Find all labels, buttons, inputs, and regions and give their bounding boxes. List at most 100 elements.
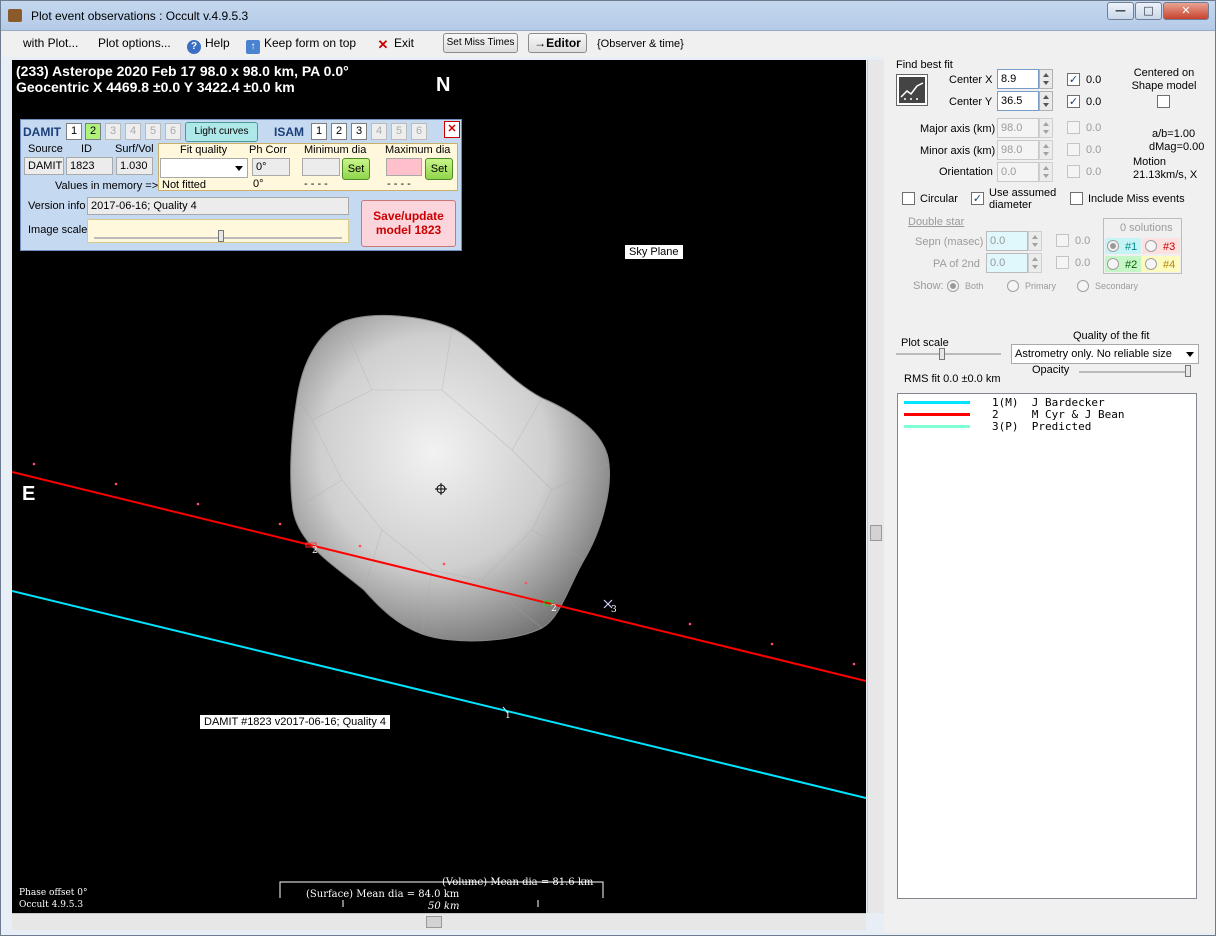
- title-bar[interactable]: Plot event observations : Occult v.4.9.5…: [1, 1, 1215, 31]
- ph-corr-field[interactable]: 0°: [252, 158, 290, 176]
- show-both-radio[interactable]: [947, 280, 959, 292]
- find-best-fit-button[interactable]: [896, 74, 928, 106]
- source-field: DAMIT: [24, 157, 64, 175]
- legend-item: 2 M Cyr & J Bean: [898, 408, 1196, 421]
- isam-model-1[interactable]: 1: [311, 123, 327, 140]
- chord-label-2b: 2: [551, 604, 557, 614]
- source-header: Source: [28, 143, 63, 155]
- image-scale-slider[interactable]: [87, 219, 349, 243]
- close-window-button[interactable]: ✕: [1163, 2, 1209, 20]
- opacity-thumb[interactable]: [1185, 365, 1191, 377]
- damit-model-6[interactable]: 6: [165, 123, 181, 140]
- isam-model-3[interactable]: 3: [351, 123, 367, 140]
- slider-thumb[interactable]: [218, 230, 224, 242]
- dropdown-arrow-icon: [1186, 352, 1194, 357]
- ph-corr-memory: 0°: [253, 178, 264, 190]
- not-fitted-label: Not fitted: [162, 179, 207, 191]
- opacity-slider[interactable]: [1079, 365, 1194, 381]
- menu-plot-options[interactable]: Plot options...: [98, 36, 171, 50]
- major-axis-spinner[interactable]: [1039, 118, 1053, 138]
- set-miss-times-button[interactable]: Set Miss Times: [443, 33, 518, 53]
- fit-quality-select[interactable]: [160, 158, 248, 178]
- minimize-button[interactable]: —: [1107, 2, 1134, 20]
- center-x-spinner[interactable]: [1039, 69, 1053, 89]
- sepn-spinner[interactable]: [1028, 231, 1042, 251]
- minor-axis-input[interactable]: 98.0: [997, 140, 1039, 160]
- damit-model-4[interactable]: 4: [125, 123, 141, 140]
- sepn-checkbox[interactable]: [1056, 234, 1069, 247]
- solution-4-radio[interactable]: [1145, 258, 1157, 270]
- max-dia-set-button[interactable]: Set: [425, 158, 453, 180]
- save-update-model-button[interactable]: Save/update model 1823: [361, 200, 456, 247]
- major-axis-uncertainty: 0.0: [1086, 122, 1102, 134]
- menu-keep-on-top[interactable]: ↑ Keep form on top: [246, 36, 356, 54]
- damit-model-2[interactable]: 2: [85, 123, 101, 140]
- center-x-checkbox[interactable]: ✓: [1067, 73, 1080, 86]
- min-dia-field[interactable]: [302, 158, 340, 176]
- plot-horizontal-scrollbar[interactable]: [12, 913, 866, 930]
- show-secondary-radio[interactable]: [1077, 280, 1089, 292]
- solution-2-radio[interactable]: [1107, 258, 1119, 270]
- pa2-spinner[interactable]: [1028, 253, 1042, 273]
- show-primary-radio[interactable]: [1007, 280, 1019, 292]
- application-window: Plot event observations : Occult v.4.9.5…: [0, 0, 1216, 936]
- maximize-button[interactable]: □: [1135, 2, 1162, 20]
- damit-panel-close-icon[interactable]: ✕: [444, 121, 460, 138]
- legend-text-3: 3(P) Predicted: [992, 420, 1092, 433]
- image-scale-label: Image scale: [28, 224, 88, 236]
- find-best-fit-label: Find best fit: [896, 59, 953, 71]
- damit-label: DAMIT: [23, 125, 61, 139]
- menu-help[interactable]: ? Help: [187, 36, 230, 54]
- orientation-spinner[interactable]: [1039, 162, 1053, 182]
- damit-model-1[interactable]: 1: [66, 123, 82, 140]
- center-y-input[interactable]: 36.5: [997, 91, 1039, 111]
- rms-fit-label: RMS fit 0.0 ±0.0 km: [904, 373, 1001, 385]
- light-curves-button[interactable]: Light curves: [185, 122, 258, 142]
- max-dia-field[interactable]: [386, 158, 422, 176]
- center-y-checkbox[interactable]: ✓: [1067, 95, 1080, 108]
- vscroll-thumb[interactable]: [870, 525, 882, 541]
- editor-button[interactable]: →Editor: [528, 33, 587, 53]
- orientation-input[interactable]: 0.0: [997, 162, 1039, 182]
- solution-1-radio[interactable]: [1107, 240, 1119, 252]
- sepn-input[interactable]: 0.0: [986, 231, 1028, 251]
- damit-shape-panel: DAMIT 1 2 3 4 5 6 Light curves ISAM 1 2 …: [20, 119, 462, 251]
- show-secondary-label: Secondary: [1095, 281, 1139, 291]
- major-axis-checkbox[interactable]: [1067, 121, 1080, 134]
- surfvol-header: Surf/Vol: [115, 143, 154, 155]
- chord-label-1: 1: [505, 711, 511, 721]
- circular-checkbox[interactable]: [902, 192, 915, 205]
- isam-model-4[interactable]: 4: [371, 123, 387, 140]
- damit-model-5[interactable]: 5: [145, 123, 161, 140]
- center-y-spinner[interactable]: [1039, 91, 1053, 111]
- use-assumed-diameter-checkbox[interactable]: ✓: [971, 192, 984, 205]
- legend-line-3: [904, 425, 970, 428]
- center-x-input[interactable]: 8.9: [997, 69, 1039, 89]
- plot-scale-thumb[interactable]: [939, 348, 945, 360]
- min-dia-set-button[interactable]: Set: [342, 158, 370, 180]
- pa2-checkbox[interactable]: [1056, 256, 1069, 269]
- isam-label: ISAM: [274, 125, 304, 139]
- plot-vertical-scrollbar[interactable]: [867, 60, 884, 913]
- asteroid-shape-model: [290, 314, 610, 642]
- plot-scale-slider[interactable]: [896, 348, 1001, 364]
- centered-on-shape-checkbox[interactable]: [1157, 95, 1170, 108]
- orientation-label: Orientation: [939, 166, 993, 178]
- isam-model-5[interactable]: 5: [391, 123, 407, 140]
- menu-with-plot[interactable]: with Plot...: [23, 36, 78, 50]
- include-miss-checkbox[interactable]: [1070, 192, 1083, 205]
- solution-3-label: #3: [1163, 241, 1176, 253]
- minor-axis-spinner[interactable]: [1039, 140, 1053, 160]
- orientation-checkbox[interactable]: [1067, 165, 1080, 178]
- minor-axis-checkbox[interactable]: [1067, 143, 1080, 156]
- menu-exit[interactable]: ✕ Exit: [376, 36, 414, 52]
- quality-fit-select[interactable]: Astrometry only. No reliable size: [1011, 344, 1199, 364]
- isam-model-6[interactable]: 6: [411, 123, 427, 140]
- solution-3-radio[interactable]: [1145, 240, 1157, 252]
- isam-model-2[interactable]: 2: [331, 123, 347, 140]
- hscroll-thumb[interactable]: [426, 916, 442, 928]
- pa2-input[interactable]: 0.0: [986, 253, 1028, 273]
- major-axis-input[interactable]: 98.0: [997, 118, 1039, 138]
- damit-model-3[interactable]: 3: [105, 123, 121, 140]
- show-label: Show:: [913, 280, 944, 292]
